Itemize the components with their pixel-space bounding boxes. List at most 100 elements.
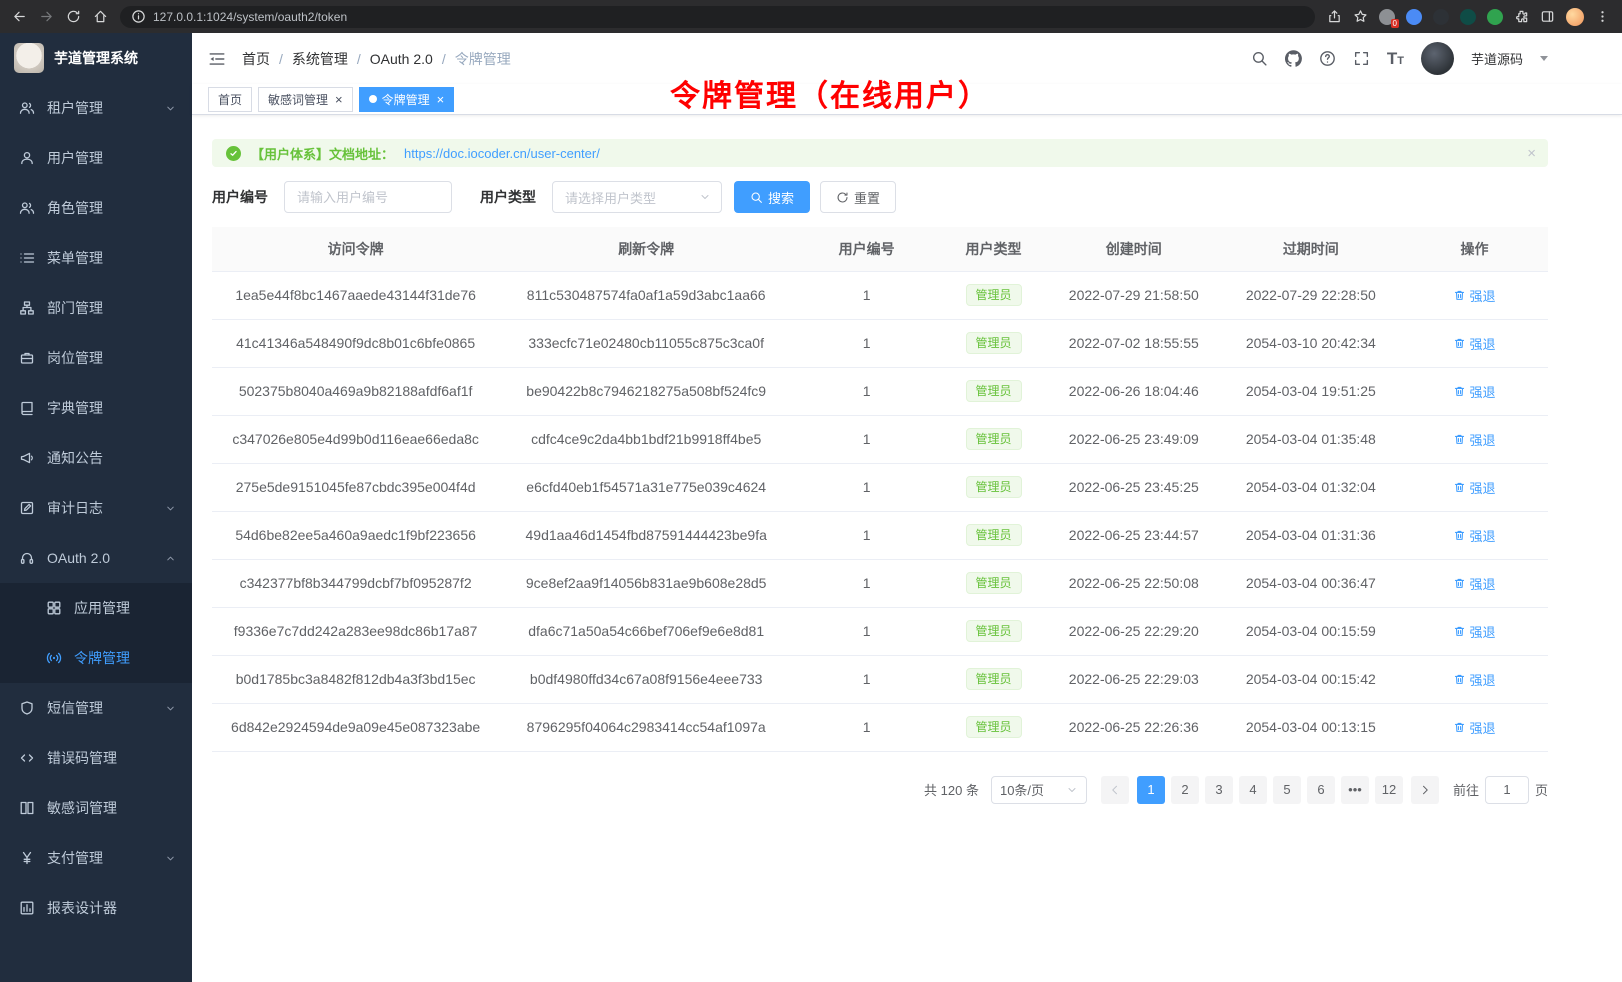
sidebar-item-post[interactable]: 岗位管理: [0, 333, 192, 383]
breadcrumb-item[interactable]: 系统管理: [292, 49, 348, 69]
side-panel-icon[interactable]: [1540, 9, 1555, 24]
sidebar-item-sensitive-word[interactable]: 敏感词管理: [0, 783, 192, 833]
force-logout-button[interactable]: 强退: [1453, 622, 1495, 641]
breadcrumb-item[interactable]: 首页: [242, 49, 270, 69]
sidebar-item-notice[interactable]: 通知公告: [0, 433, 192, 483]
table-row: 275e5de9151045fe87cbdc395e004f4de6cfd40e…: [212, 463, 1548, 511]
goto-page-input[interactable]: [1485, 776, 1529, 804]
sidebar-item-audit-log[interactable]: 审计日志: [0, 483, 192, 533]
page-button-12[interactable]: 12: [1375, 776, 1403, 804]
table-header-row: 访问令牌刷新令牌用户编号用户类型创建时间过期时间操作: [212, 227, 1548, 271]
extension-icon-1[interactable]: 0: [1379, 9, 1395, 25]
edit-icon: [19, 500, 36, 516]
force-logout-button[interactable]: 强退: [1453, 286, 1495, 305]
page-content: 【用户体系】文档地址： https://doc.iocoder.cn/user-…: [192, 115, 1622, 804]
force-logout-button[interactable]: 强退: [1453, 430, 1495, 449]
sidebar-item-role[interactable]: 角色管理: [0, 183, 192, 233]
expires-at-cell: 2054-03-04 00:15:42: [1221, 655, 1401, 703]
breadcrumb-item[interactable]: OAuth 2.0: [370, 51, 433, 67]
table-row: 54d6be82ee5a460a9aedc1f9bf22365649d1aa46…: [212, 511, 1548, 559]
github-icon[interactable]: [1285, 50, 1302, 67]
tab-close-icon[interactable]: ×: [335, 93, 343, 106]
action-cell: 强退: [1401, 367, 1548, 415]
force-logout-button[interactable]: 强退: [1453, 718, 1495, 737]
top-navbar: 首页/系统管理/OAuth 2.0/令牌管理 TT 芋道源码: [192, 33, 1622, 84]
sidebar-item-pay[interactable]: 支付管理: [0, 833, 192, 883]
yen-icon: [19, 850, 36, 866]
address-bar[interactable]: 127.0.0.1:1024/system/oauth2/token: [120, 6, 1315, 28]
extensions-puzzle-icon[interactable]: [1514, 9, 1529, 24]
prev-page-button[interactable]: [1101, 776, 1129, 804]
table-row: c342377bf8b344799dcbf7bf095287f29ce8ef2a…: [212, 559, 1548, 607]
refresh-token-cell: 333ecfc71e02480cb11055c875c3ca0f: [499, 319, 793, 367]
username[interactable]: 芋道源码: [1471, 49, 1523, 68]
force-logout-button[interactable]: 强退: [1453, 334, 1495, 353]
page-button-1[interactable]: 1: [1137, 776, 1165, 804]
expires-at-cell: 2054-03-10 20:42:34: [1221, 319, 1401, 367]
page-button-2[interactable]: 2: [1171, 776, 1199, 804]
user-type-badge: 管理员: [966, 572, 1022, 594]
tab-home[interactable]: 首页: [208, 87, 252, 112]
tab-oauth2-token[interactable]: 令牌管理 ×: [359, 87, 455, 112]
pager-more-button[interactable]: •••: [1341, 776, 1369, 804]
sidebar-item-label: 租户管理: [47, 98, 165, 118]
fullscreen-icon[interactable]: [1353, 50, 1370, 67]
tab-close-icon[interactable]: ×: [437, 93, 445, 106]
extension-icon-3[interactable]: [1433, 9, 1449, 25]
force-logout-button[interactable]: 强退: [1453, 574, 1495, 593]
force-logout-button[interactable]: 强退: [1453, 670, 1495, 689]
chart-icon: [19, 900, 36, 916]
force-logout-button[interactable]: 强退: [1453, 526, 1495, 545]
tab-label: 令牌管理: [382, 91, 430, 108]
extension-icon-4[interactable]: [1460, 9, 1476, 25]
search-button[interactable]: 搜索: [734, 181, 810, 213]
doc-link[interactable]: https://doc.iocoder.cn/user-center/: [404, 146, 600, 161]
sidebar-item-error-code[interactable]: 错误码管理: [0, 733, 192, 783]
force-logout-button[interactable]: 强退: [1453, 478, 1495, 497]
sidebar-item-sms[interactable]: 短信管理: [0, 683, 192, 733]
tab-sensitive-word[interactable]: 敏感词管理×: [258, 87, 353, 112]
font-size-icon[interactable]: TT: [1387, 50, 1404, 67]
sidebar-item-oauth2-token[interactable]: 令牌管理: [0, 633, 192, 683]
sidebar-item-oauth2-app[interactable]: 应用管理: [0, 583, 192, 633]
page-button-3[interactable]: 3: [1205, 776, 1233, 804]
next-page-button[interactable]: [1411, 776, 1439, 804]
search-icon[interactable]: [1251, 50, 1268, 67]
reset-button[interactable]: 重置: [820, 181, 896, 213]
sidebar-item-label: 菜单管理: [47, 248, 176, 268]
extension-icon-2[interactable]: [1406, 9, 1422, 25]
bookmark-star-icon[interactable]: [1353, 9, 1368, 24]
browser-menu-icon[interactable]: [1595, 9, 1610, 24]
browser-back-button[interactable]: [12, 9, 27, 24]
sidebar-item-report-designer[interactable]: 报表设计器: [0, 883, 192, 933]
sidebar-item-dict[interactable]: 字典管理: [0, 383, 192, 433]
created-at-cell: 2022-06-25 23:49:09: [1047, 415, 1221, 463]
browser-forward-button[interactable]: [39, 9, 54, 24]
page-size-select[interactable]: 10条/页: [991, 776, 1087, 804]
sidebar-item-user[interactable]: 用户管理: [0, 133, 192, 183]
sidebar-item-oauth2[interactable]: OAuth 2.0: [0, 533, 192, 583]
page-button-6[interactable]: 6: [1307, 776, 1335, 804]
browser-reload-button[interactable]: [66, 9, 81, 24]
user-avatar[interactable]: [1421, 42, 1454, 75]
extension-icon-5[interactable]: [1487, 9, 1503, 25]
user-type-select[interactable]: 请选择用户类型: [552, 181, 722, 213]
user-id-cell: 1: [793, 703, 940, 751]
site-info-icon[interactable]: [131, 9, 146, 24]
browser-home-button[interactable]: [93, 9, 108, 24]
page-button-4[interactable]: 4: [1239, 776, 1267, 804]
delete-icon: [1453, 625, 1466, 638]
help-icon[interactable]: [1319, 50, 1336, 67]
alert-close-icon[interactable]: ×: [1527, 145, 1536, 162]
page-button-5[interactable]: 5: [1273, 776, 1301, 804]
force-logout-button[interactable]: 强退: [1453, 382, 1495, 401]
sidebar-item-tenant[interactable]: 租户管理: [0, 83, 192, 133]
browser-profile-avatar[interactable]: [1566, 8, 1584, 26]
logo-avatar: [14, 43, 44, 73]
sidebar-item-dept[interactable]: 部门管理: [0, 283, 192, 333]
sidebar-item-menu[interactable]: 菜单管理: [0, 233, 192, 283]
share-icon[interactable]: [1327, 9, 1342, 24]
user-id-input[interactable]: [284, 181, 452, 213]
pager-goto: 前往 页: [1453, 776, 1548, 804]
sidebar-collapse-icon[interactable]: [208, 50, 226, 68]
